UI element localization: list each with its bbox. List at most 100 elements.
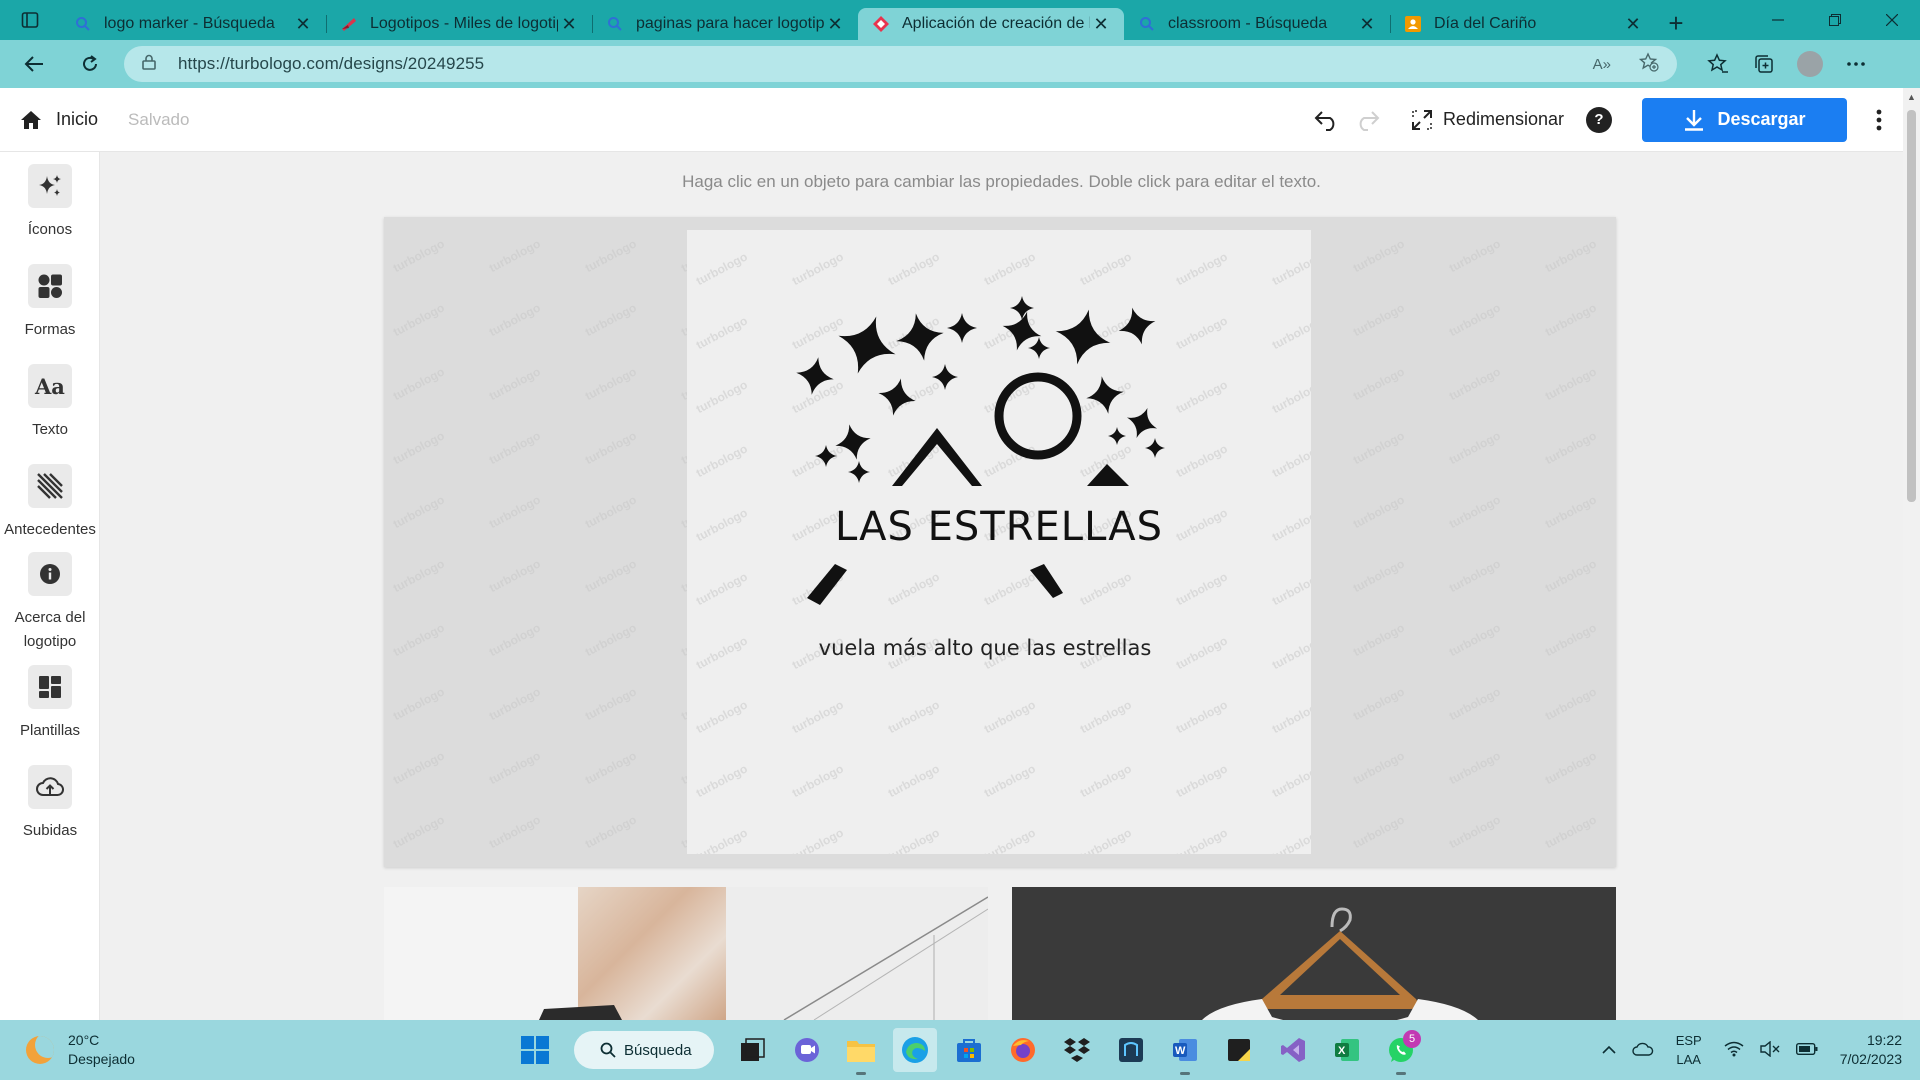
chevron-up-icon [1602, 1045, 1616, 1054]
profile-avatar[interactable] [1797, 51, 1823, 77]
design-canvas[interactable]: turbologo [384, 217, 1616, 867]
window-controls [1749, 0, 1920, 40]
refresh-button[interactable] [68, 46, 112, 82]
keyboard-layout: LAA [1676, 1052, 1701, 1067]
help-button[interactable]: ? [1586, 106, 1612, 133]
download-button[interactable]: Descargar [1642, 97, 1847, 142]
sidebar-item-label: Acerca del logotipo [14, 609, 86, 650]
windows-taskbar: 20°C Despejado Búsqueda W X 5 ESP LAA 19… [0, 1020, 1920, 1080]
firefox-button[interactable] [1001, 1028, 1045, 1072]
resize-button[interactable]: Redimensionar [1411, 109, 1564, 131]
sticky-note-icon [1228, 1039, 1250, 1061]
start-button[interactable] [513, 1028, 557, 1072]
cloud-icon [1632, 1042, 1653, 1056]
read-aloud-icon[interactable]: A» [1593, 56, 1611, 73]
editor-hint: Haga clic en un objeto para cambiar las … [682, 172, 1321, 191]
browser-menu-button[interactable] [1833, 46, 1879, 82]
logo-artboard[interactable]: LAS ESTRELLAS vuela más alto que las est… [687, 230, 1311, 854]
sticky-notes-button[interactable] [1217, 1028, 1261, 1072]
store-button[interactable] [947, 1028, 991, 1072]
edge-browser-button[interactable] [893, 1028, 937, 1072]
whatsapp-button[interactable]: 5 [1379, 1028, 1423, 1075]
taskbar-search[interactable]: Búsqueda [574, 1031, 714, 1069]
firefox-icon [1011, 1038, 1035, 1062]
excel-button[interactable]: X [1325, 1028, 1369, 1072]
tab-title: paginas para hacer logotipos [636, 15, 824, 32]
logo-name-text[interactable]: LAS ESTRELLAS [835, 504, 1163, 550]
lock-icon [142, 54, 162, 74]
weather-widget[interactable]: 20°C Despejado [26, 1031, 186, 1069]
sidebar-item-icons[interactable]: Íconos [0, 164, 100, 242]
redo-button[interactable] [1347, 100, 1387, 140]
mysql-workbench-button[interactable] [1109, 1028, 1153, 1072]
chat-icon [795, 1038, 819, 1062]
volume-button[interactable] [1760, 1040, 1780, 1060]
file-explorer-button[interactable] [839, 1028, 883, 1075]
visual-studio-button[interactable] [1271, 1028, 1315, 1072]
battery-button[interactable] [1795, 1042, 1818, 1058]
show-hidden-icons-button[interactable] [1602, 1042, 1616, 1058]
page-scrollbar[interactable]: ▲ [1903, 88, 1920, 1020]
back-arrow-icon [24, 56, 43, 72]
minimize-icon [1771, 19, 1784, 21]
language-indicator[interactable]: ESP LAA [1676, 1031, 1702, 1069]
svg-text:Aa: Aa [34, 374, 65, 398]
close-tab-icon[interactable]: ✕ [1622, 14, 1644, 35]
folder-icon [847, 1041, 875, 1062]
search-icon [600, 1042, 616, 1058]
sidebar-item-shapes[interactable]: Formas [0, 264, 100, 342]
mockup-preview-tshirt[interactable] [1012, 887, 1616, 1020]
scroll-up-arrow-icon[interactable]: ▲ [1903, 88, 1920, 105]
sidebar-item-backgrounds[interactable]: Antecedentes [0, 464, 100, 542]
home-button[interactable]: Inicio [20, 109, 98, 130]
taskbar-apps: Búsqueda W X 5 [508, 1020, 1428, 1080]
new-tab-button[interactable]: + [1656, 7, 1696, 39]
sidebar-item-label: Formas [24, 321, 76, 338]
restore-button[interactable] [1806, 0, 1863, 40]
undo-button[interactable] [1307, 100, 1347, 140]
sidebar-item-templates[interactable]: Plantillas [0, 665, 100, 743]
favorites-button[interactable] [1695, 46, 1741, 82]
close-tab-icon[interactable]: ✕ [558, 14, 580, 35]
teams-chat-button[interactable] [785, 1028, 829, 1072]
more-options-button[interactable] [1855, 98, 1903, 142]
browser-tab[interactable]: Día del Cariño ✕ [1390, 8, 1656, 40]
logo-graphic[interactable]: LAS ESTRELLAS vuela más alto que las est… [687, 230, 1311, 854]
collections-button[interactable] [1741, 46, 1787, 82]
mockup-lines [539, 896, 988, 1020]
sidebar-item-text[interactable]: Aa Texto [0, 364, 100, 442]
text-aa-icon: Aa [28, 364, 72, 408]
browser-tab[interactable]: Logotipos - Miles de logotipos ✕ [326, 8, 592, 40]
browser-tab[interactable]: logo marker - Búsqueda ✕ [60, 8, 326, 40]
browser-tab[interactable]: classroom - Búsqueda ✕ [1124, 8, 1390, 40]
tab-title: classroom - Búsqueda [1168, 15, 1328, 32]
close-window-button[interactable] [1863, 0, 1920, 40]
sidebar-item-about-logo[interactable]: Acerca del logotipo [0, 552, 100, 654]
onedrive-button[interactable] [1632, 1042, 1654, 1059]
close-tab-icon[interactable]: ✕ [824, 14, 846, 35]
browser-tab-active[interactable]: Aplicación de creación de logotipos ✕ [858, 8, 1124, 40]
close-tab-icon[interactable]: ✕ [1356, 14, 1378, 35]
address-bar[interactable]: https://turbologo.com/designs/20249255 A… [124, 46, 1677, 82]
wifi-icon [1724, 1041, 1744, 1056]
mockup-preview-interior[interactable] [384, 887, 988, 1020]
download-label: Descargar [1717, 109, 1806, 129]
sidebar-item-uploads[interactable]: Subidas [0, 765, 100, 843]
task-view-button[interactable] [731, 1028, 775, 1072]
word-button[interactable]: W [1163, 1028, 1207, 1075]
wifi-button[interactable] [1724, 1041, 1744, 1060]
close-tab-icon[interactable]: ✕ [1090, 14, 1112, 35]
logo-slogan-text[interactable]: vuela más alto que las estrellas [819, 636, 1152, 660]
close-tab-icon[interactable]: ✕ [292, 14, 314, 35]
visual-studio-icon [1281, 1038, 1305, 1062]
home-label: Inicio [56, 109, 99, 129]
tab-actions-button[interactable] [0, 0, 60, 40]
back-button[interactable] [12, 46, 56, 82]
scrollbar-thumb[interactable] [1907, 110, 1916, 502]
minimize-button[interactable] [1749, 0, 1806, 40]
add-favorite-icon[interactable] [1638, 52, 1659, 76]
browser-tab[interactable]: paginas para hacer logotipos ✕ [592, 8, 858, 40]
clock[interactable]: 19:22 7/02/2023 [1840, 1031, 1902, 1069]
tab-title: logo marker - Búsqueda [104, 15, 275, 32]
dropbox-button[interactable] [1055, 1028, 1099, 1072]
